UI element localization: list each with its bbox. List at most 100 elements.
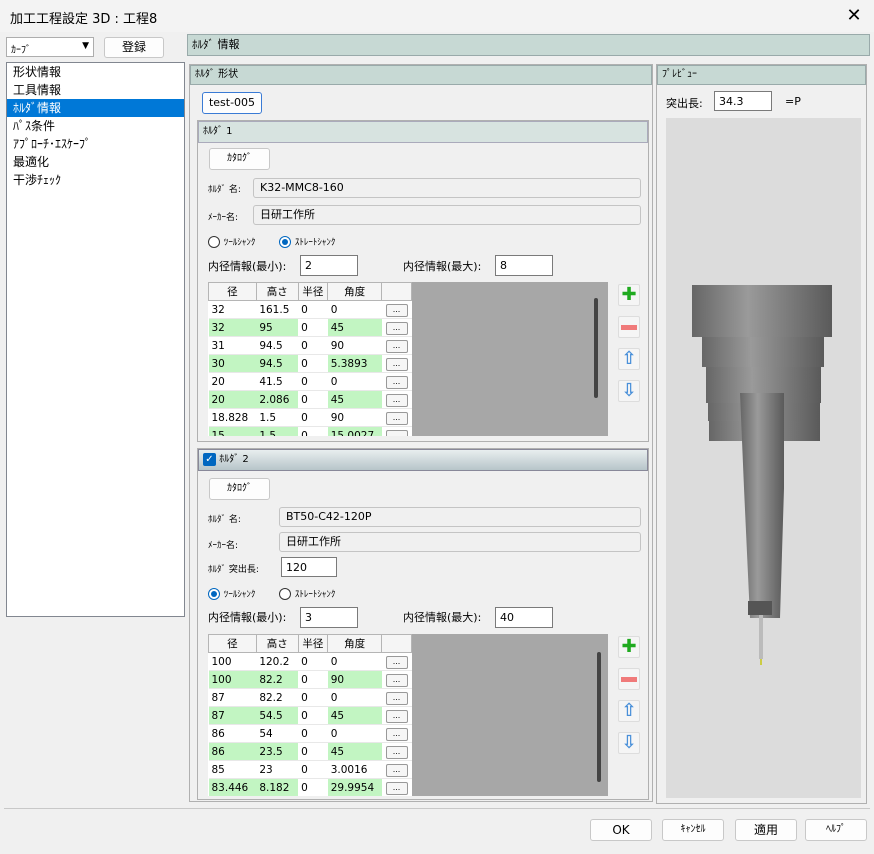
table-row[interactable]: 85 23 0 3.0016... xyxy=(208,760,412,779)
row-edit-button[interactable]: ... xyxy=(385,339,408,353)
holder2-protrude-input[interactable]: 120 xyxy=(281,557,337,577)
holder2-scrollbar[interactable] xyxy=(597,652,601,782)
table-row[interactable]: 83.446 8.182 0 29.9954... xyxy=(208,778,412,796)
ok-button[interactable]: OK xyxy=(590,819,652,841)
sidebar-item[interactable]: ﾎﾙﾀﾞ情報 xyxy=(7,99,184,117)
table-cell[interactable]: 2.086 xyxy=(256,390,299,409)
table-cell[interactable]: 90 xyxy=(327,670,382,689)
table-cell[interactable]: 45 xyxy=(327,318,382,337)
table-row[interactable]: 87 54.5 0 45... xyxy=(208,706,412,725)
table-cell[interactable]: 0 xyxy=(327,724,382,743)
sidebar-item[interactable]: ｱﾌﾟﾛｰﾁ･ｴｽｹｰﾌﾟ xyxy=(7,135,184,153)
table-cell[interactable]: 30 xyxy=(208,354,257,373)
table-cell[interactable]: 1.5 xyxy=(256,408,299,427)
table-cell[interactable]: 45 xyxy=(327,742,382,761)
holder2-grid[interactable]: 径高さ 半径 角度 100 120.2 0 0... 100 82.2 0 90... 87 82.2 0… xyxy=(208,634,608,796)
table-row[interactable]: 32 95 0 45... xyxy=(208,318,412,337)
table-cell[interactable]: 0 xyxy=(298,670,328,689)
table-cell[interactable]: 18.828 xyxy=(208,408,257,427)
row-edit-button[interactable]: ... xyxy=(385,709,408,723)
table-cell[interactable]: 87 xyxy=(208,706,257,725)
holder1-scrollbar[interactable] xyxy=(594,298,598,398)
table-cell[interactable]: 15 xyxy=(208,426,257,436)
holder1-catalog-button[interactable]: ｶﾀﾛｸﾞ xyxy=(209,148,270,170)
row-edit-button[interactable]: ... xyxy=(385,655,408,669)
table-cell[interactable]: 15.0027 xyxy=(327,426,382,436)
table-cell[interactable]: 5.3893 xyxy=(327,354,382,373)
table-cell[interactable]: 0 xyxy=(298,652,328,671)
help-button[interactable]: ﾍﾙﾌﾟ xyxy=(805,819,867,841)
sidebar-item[interactable]: 形状情報 xyxy=(7,63,184,81)
close-icon[interactable]: ✕ xyxy=(842,4,866,28)
row-edit-button[interactable]: ... xyxy=(385,357,408,371)
table-cell[interactable]: 95 xyxy=(256,318,299,337)
row-edit-button[interactable]: ... xyxy=(385,429,408,436)
row-edit-button[interactable]: ... xyxy=(385,673,408,687)
table-cell[interactable]: 100 xyxy=(208,670,257,689)
table-cell[interactable]: 86 xyxy=(208,742,257,761)
holder2-inner-max-input[interactable]: 40 xyxy=(495,607,553,628)
table-cell[interactable]: 82.2 xyxy=(256,688,299,707)
table-row[interactable]: 20 2.086 0 45... xyxy=(208,390,412,409)
table-cell[interactable]: 0 xyxy=(298,354,328,373)
preview-protrude-input[interactable]: 34.3 xyxy=(714,91,772,111)
table-cell[interactable]: 90 xyxy=(327,408,382,427)
holder2-checkbox[interactable]: ✓ xyxy=(203,452,216,466)
table-row[interactable]: 30 94.5 0 5.3893... xyxy=(208,354,412,373)
holder1-radio-straight[interactable]: ｽﾄﾚｰﾄｼｬﾝｸ xyxy=(279,234,335,248)
table-cell[interactable]: 0 xyxy=(327,372,382,391)
holder1-remove-icon[interactable] xyxy=(618,316,640,338)
holder2-remove-icon[interactable] xyxy=(618,668,640,690)
row-edit-button[interactable]: ... xyxy=(385,781,408,795)
holder2-down-icon[interactable]: ⇩ xyxy=(618,732,640,754)
table-cell[interactable]: 20 xyxy=(208,390,257,409)
preview-canvas[interactable] xyxy=(666,118,861,798)
table-cell[interactable]: 0 xyxy=(298,300,328,319)
table-row[interactable]: 100 120.2 0 0... xyxy=(208,652,412,671)
holder1-up-icon[interactable]: ⇧ xyxy=(618,348,640,370)
table-cell[interactable]: 94.5 xyxy=(256,336,299,355)
table-cell[interactable]: 86 xyxy=(208,724,257,743)
table-row[interactable]: 31 94.5 0 90... xyxy=(208,336,412,355)
row-edit-button[interactable]: ... xyxy=(385,691,408,705)
table-cell[interactable]: 87 xyxy=(208,688,257,707)
table-row[interactable]: 15 1.5 0 15.0027... xyxy=(208,426,412,436)
table-cell[interactable]: 0 xyxy=(298,426,328,436)
table-cell[interactable]: 120.2 xyxy=(256,652,299,671)
table-cell[interactable]: 54 xyxy=(256,724,299,743)
table-row[interactable]: 86 54 0 0... xyxy=(208,724,412,743)
table-cell[interactable]: 41.5 xyxy=(256,372,299,391)
table-cell[interactable]: 161.5 xyxy=(256,300,299,319)
table-cell[interactable]: 8.182 xyxy=(256,778,299,796)
table-cell[interactable]: 0 xyxy=(298,318,328,337)
table-cell[interactable]: 45 xyxy=(327,706,382,725)
holder1-radio-tool[interactable]: ﾂｰﾙｼｬﾝｸ xyxy=(208,234,255,248)
table-cell[interactable]: 82.2 xyxy=(256,670,299,689)
table-cell[interactable]: 94.5 xyxy=(256,354,299,373)
holder1-grid[interactable]: 径高さ 半径 角度 32 161.5 0 0... 32 95 0 45... 31 94.5 0 90..… xyxy=(208,282,608,436)
table-cell[interactable]: 23 xyxy=(256,760,299,779)
table-row[interactable]: 87 82.2 0 0... xyxy=(208,688,412,707)
table-cell[interactable]: 0 xyxy=(327,300,382,319)
row-edit-button[interactable]: ... xyxy=(385,321,408,335)
holder2-radio-tool[interactable]: ﾂｰﾙｼｬﾝｸ xyxy=(208,586,255,600)
row-edit-button[interactable]: ... xyxy=(385,411,408,425)
table-cell[interactable]: 0 xyxy=(298,778,328,796)
register-button[interactable]: 登録 xyxy=(104,37,164,58)
table-cell[interactable]: 0 xyxy=(298,336,328,355)
holder2-radio-straight[interactable]: ｽﾄﾚｰﾄｼｬﾝｸ xyxy=(279,586,335,600)
row-edit-button[interactable]: ... xyxy=(385,393,408,407)
table-row[interactable]: 18.828 1.5 0 90... xyxy=(208,408,412,427)
holder2-up-icon[interactable]: ⇧ xyxy=(618,700,640,722)
table-cell[interactable]: 85 xyxy=(208,760,257,779)
holder2-inner-min-input[interactable]: 3 xyxy=(300,607,358,628)
table-cell[interactable]: 32 xyxy=(208,300,257,319)
table-cell[interactable]: 0 xyxy=(298,742,328,761)
table-cell[interactable]: 32 xyxy=(208,318,257,337)
table-cell[interactable]: 0 xyxy=(298,390,328,409)
cancel-button[interactable]: ｷｬﾝｾﾙ xyxy=(662,819,724,841)
sidebar-item[interactable]: 干渉ﾁｪｯｸ xyxy=(7,171,184,189)
holder1-add-icon[interactable]: ✚ xyxy=(618,284,640,306)
table-cell[interactable]: 54.5 xyxy=(256,706,299,725)
row-edit-button[interactable]: ... xyxy=(385,763,408,777)
